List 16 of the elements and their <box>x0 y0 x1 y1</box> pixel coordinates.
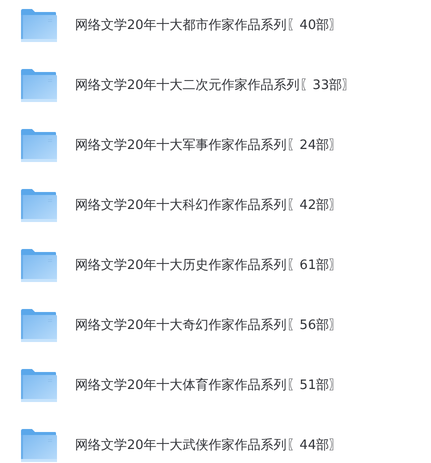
folder-name[interactable]: 网络文学20年十大都市作家作品系列〖40部〗 <box>75 16 342 36</box>
folder-icon <box>21 69 57 102</box>
folder-icon <box>21 369 57 402</box>
folder-name[interactable]: 网络文学20年十大武侠作家作品系列〖44部〗 <box>75 436 342 456</box>
folder-icon <box>21 129 57 162</box>
folder-name[interactable]: 网络文学20年十大历史作家作品系列〖61部〗 <box>75 256 342 276</box>
folder-icon <box>21 9 57 42</box>
folder-icon <box>21 429 57 462</box>
folder-icon <box>21 189 57 222</box>
folder-name[interactable]: 网络文学20年十大军事作家作品系列〖24部〗 <box>75 136 342 156</box>
folder-name[interactable]: 网络文学20年十大体育作家作品系列〖51部〗 <box>75 376 342 396</box>
folder-name[interactable]: 网络文学20年十大科幻作家作品系列〖42部〗 <box>75 196 342 216</box>
folder-icon <box>21 309 57 342</box>
folder-name[interactable]: 网络文学20年十大奇幻作家作品系列〖56部〗 <box>75 316 342 336</box>
folder-icon <box>21 249 57 282</box>
folder-name[interactable]: 网络文学20年十大二次元作家作品系列〖33部〗 <box>75 76 356 96</box>
